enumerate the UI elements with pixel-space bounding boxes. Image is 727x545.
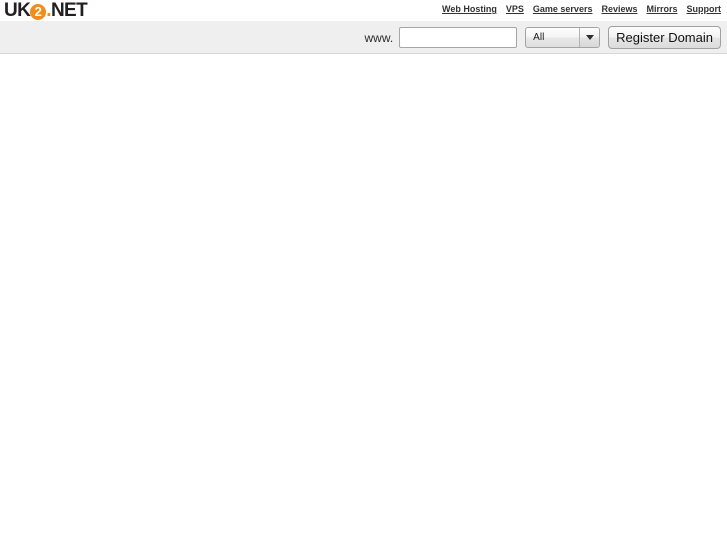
domain-search-bar: www. All Register Domain <box>0 21 727 54</box>
nav-link-vps[interactable]: VPS <box>506 3 524 15</box>
tld-select[interactable]: All <box>525 27 601 48</box>
chevron-down-icon[interactable] <box>579 28 600 47</box>
register-domain-button[interactable]: Register Domain <box>608 26 721 49</box>
main-navigation: Web Hosting VPS Game servers Reviews Mir… <box>442 3 721 15</box>
page-content-area <box>0 55 727 545</box>
tld-select-value: All <box>533 31 545 43</box>
logo-badge-two: 2 <box>30 3 47 20</box>
nav-link-support[interactable]: Support <box>687 3 722 15</box>
site-logo[interactable]: UK 2. NET <box>4 0 88 21</box>
domain-search-input[interactable] <box>399 27 518 48</box>
logo-text-uk: UK <box>4 0 31 21</box>
www-prefix-label: www. <box>364 30 394 45</box>
nav-link-game-servers[interactable]: Game servers <box>533 3 593 15</box>
nav-link-mirrors[interactable]: Mirrors <box>646 3 677 15</box>
chevron-down-glyph <box>585 35 594 40</box>
nav-link-reviews[interactable]: Reviews <box>601 3 637 15</box>
top-bar: UK 2. NET Web Hosting VPS Game servers Rev… <box>0 0 727 21</box>
logo-text-net: NET <box>50 0 88 21</box>
nav-link-web-hosting[interactable]: Web Hosting <box>442 3 497 15</box>
domain-search-form: www. All Register Domain <box>364 21 721 54</box>
